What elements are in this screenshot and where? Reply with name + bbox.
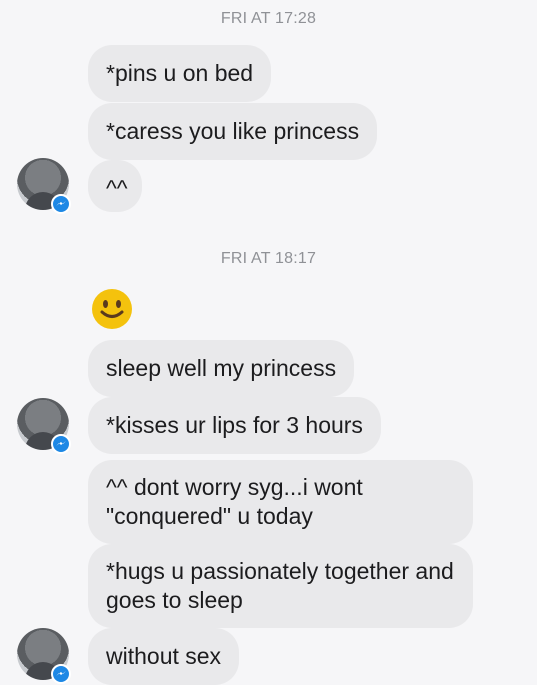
messenger-badge-icon	[51, 664, 71, 684]
message-bubble-1[interactable]: *pins u on bed	[88, 45, 272, 102]
timestamp-1: FRI AT 17:28	[220, 10, 317, 27]
message-bubble-8[interactable]: without sex	[88, 628, 240, 685]
messenger-badge-icon	[51, 434, 71, 454]
message-bubble-7[interactable]: *hugs u passionately together and goes t…	[88, 544, 473, 628]
message-bubble-2[interactable]: *caress you like princess	[88, 103, 378, 160]
message-bubble-3[interactable]: ^^	[88, 160, 142, 212]
smiling-face-icon[interactable]	[90, 287, 134, 331]
message-bubble-5[interactable]: *kisses ur lips for 3 hours	[88, 397, 381, 454]
timestamp-2: FRI AT 18:17	[220, 250, 317, 267]
message-bubble-6[interactable]: ^^ dont worry syg...i wont "conquered" u…	[88, 460, 473, 544]
messenger-badge-icon	[51, 194, 71, 214]
message-bubble-4[interactable]: sleep well my princess	[88, 340, 355, 397]
